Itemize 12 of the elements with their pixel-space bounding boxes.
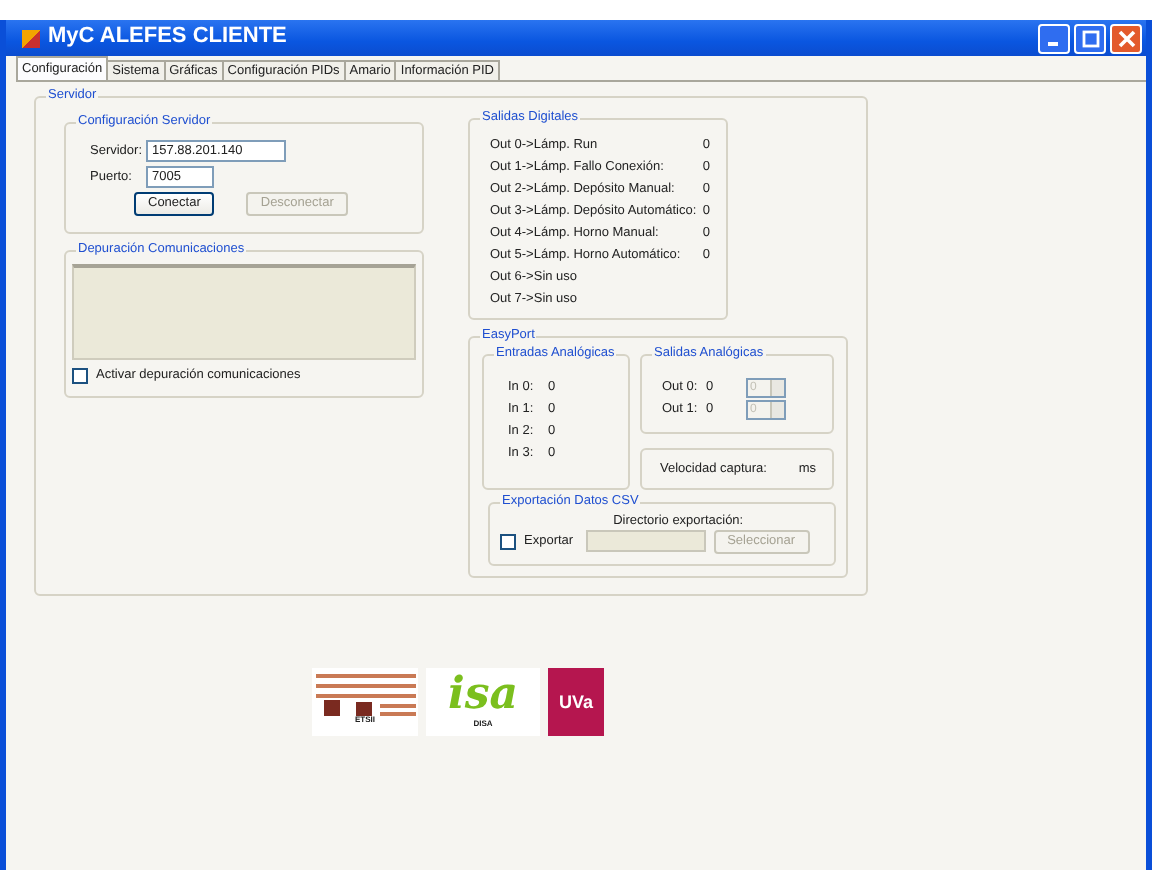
logo-drawing: [315, 668, 415, 716]
checkbox[interactable]: [72, 368, 88, 384]
close-icon: [1117, 29, 1135, 47]
minimize-button[interactable]: [1038, 23, 1070, 53]
uva-logo: UVa: [548, 668, 604, 736]
maximize-button[interactable]: [1074, 23, 1106, 53]
close-button[interactable]: [1110, 23, 1142, 53]
directory-field: [585, 529, 706, 552]
app-icon: [22, 29, 40, 47]
window-title: MyC ALEFES CLIENTE: [48, 24, 287, 52]
checkbox[interactable]: [500, 533, 516, 550]
maximize-icon: [1081, 29, 1099, 47]
